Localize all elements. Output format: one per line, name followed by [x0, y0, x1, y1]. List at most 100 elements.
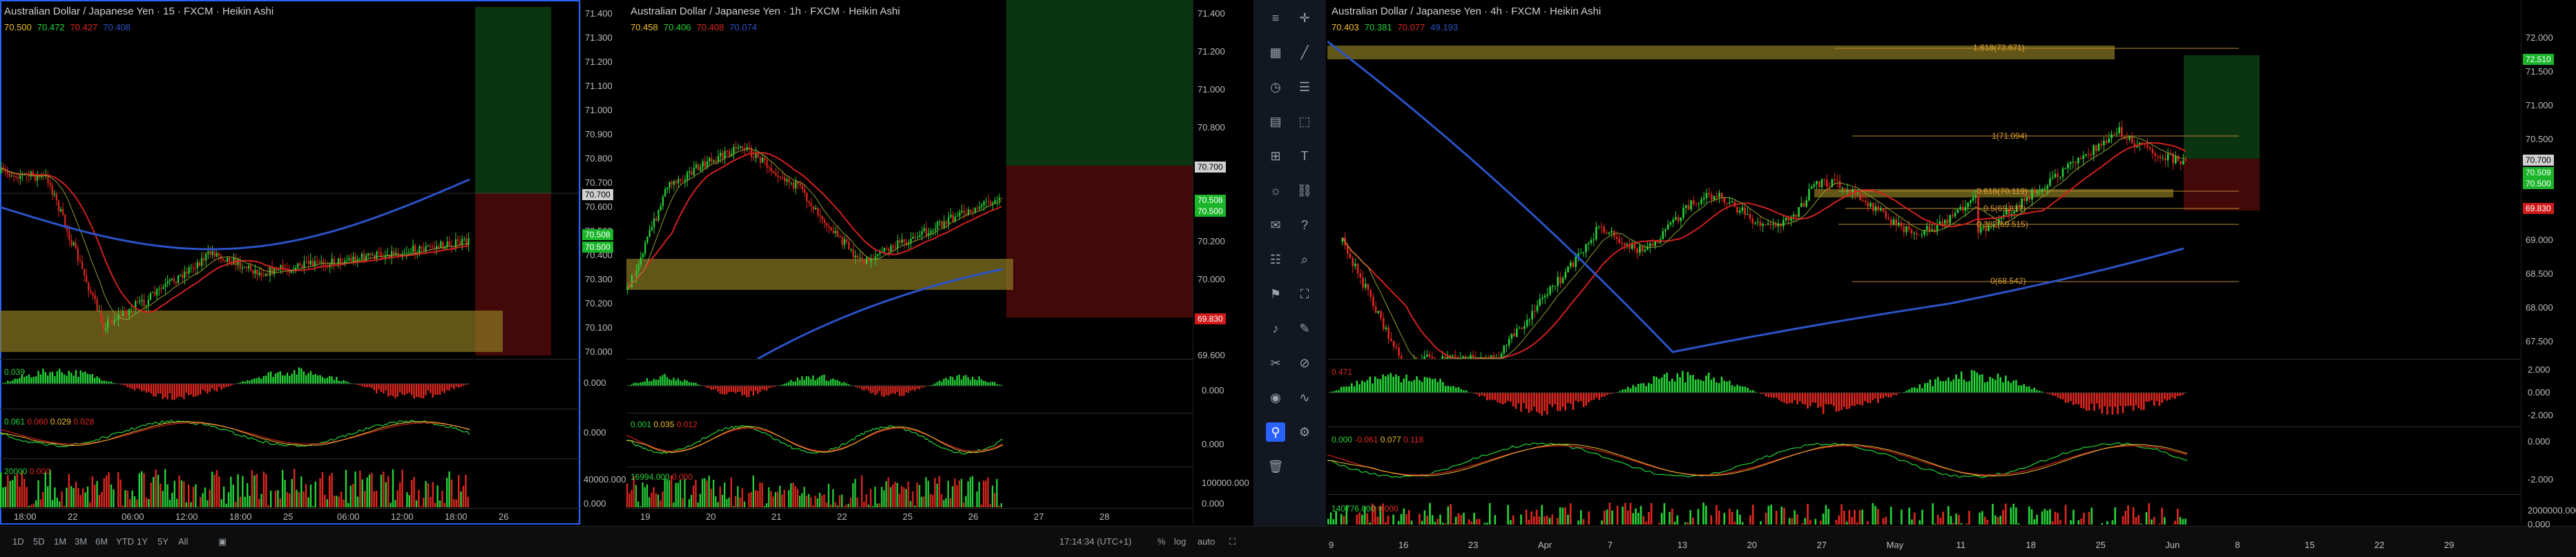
range-button-1y[interactable]: 1Y: [137, 536, 148, 547]
macd-histogram-15m[interactable]: [0, 360, 580, 408]
price-axis-15m[interactable]: 71.40071.30071.20071.10071.00070.90070.8…: [580, 0, 626, 525]
volume-1h[interactable]: [626, 467, 1193, 507]
crosshair-icon[interactable]: ✛: [1295, 8, 1314, 28]
date-range-icon[interactable]: ▣: [218, 536, 227, 547]
candle-body: [894, 247, 896, 248]
volume-bar: [766, 503, 767, 507]
candle-body: [2113, 134, 2115, 135]
macd-bar: [268, 372, 269, 384]
candle-body: [122, 311, 124, 316]
macd-bar: [446, 384, 448, 390]
volume-15m[interactable]: [0, 459, 580, 507]
range-button-6m[interactable]: 6M: [95, 536, 108, 547]
candle-body: [875, 256, 876, 259]
volume-bar: [669, 480, 670, 507]
volume-bar: [996, 479, 997, 507]
help-icon[interactable]: ?: [1295, 215, 1314, 235]
zoom-icon[interactable]: ⌕: [1295, 250, 1314, 269]
chart-pane-15m[interactable]: Australian Dollar / Japanese Yen · 15 · …: [0, 0, 580, 525]
volume-bar: [230, 477, 231, 507]
volume-bar: [277, 490, 278, 507]
macd-bar: [1934, 379, 1936, 393]
macd-bar: [381, 384, 382, 392]
volume-bar: [1486, 522, 1488, 525]
pattern-icon[interactable]: ⛓: [1295, 181, 1314, 200]
macd-bar: [757, 386, 758, 393]
flag-icon[interactable]: ⚑: [1266, 284, 1285, 304]
candle-body: [1905, 226, 1907, 232]
alert-icon[interactable]: ♪: [1266, 319, 1285, 338]
range-button-all[interactable]: All: [178, 536, 188, 547]
menu-icon[interactable]: ≡: [1266, 8, 1285, 28]
range-button-5d[interactable]: 5D: [33, 536, 45, 547]
magnet-icon[interactable]: ⚲: [1266, 422, 1285, 442]
list-icon[interactable]: ☷: [1266, 250, 1285, 269]
macd-bar: [894, 386, 896, 394]
candle-body: [457, 240, 459, 242]
chat-icon[interactable]: ✉: [1266, 215, 1285, 235]
settings-icon[interactable]: ⚙: [1295, 422, 1314, 442]
volume-bar: [2070, 520, 2072, 525]
range-button-3m[interactable]: 3M: [75, 536, 87, 547]
cut-icon[interactable]: ✂: [1266, 353, 1285, 373]
macd-bar: [1846, 393, 1848, 409]
candle-body: [1929, 226, 1931, 231]
percent-toggle[interactable]: %: [1157, 536, 1166, 547]
macd-bar: [2164, 393, 2166, 400]
volume-4h[interactable]: [1327, 495, 2521, 525]
candle-body: [841, 237, 843, 245]
range-button-ytd[interactable]: YTD: [116, 536, 134, 547]
price-chart-15m[interactable]: [0, 0, 580, 359]
rectangle-icon[interactable]: ⬚: [1295, 112, 1314, 131]
macd-bar: [305, 375, 307, 384]
time-axis-1h[interactable]: 1920212225262728: [626, 508, 1193, 525]
price-tick: 68.500: [2526, 268, 2553, 279]
macd-histogram-4h[interactable]: [1327, 360, 2521, 426]
macd-bar: [127, 384, 128, 387]
volume-bar: [2, 487, 3, 507]
time-axis-15m[interactable]: 18:002206:0012:0018:002506:0012:0018:002…: [0, 508, 580, 525]
brush-icon[interactable]: ✎: [1295, 319, 1314, 338]
auto-toggle[interactable]: auto: [1198, 536, 1215, 547]
candle-body: [334, 259, 335, 265]
lock-icon[interactable]: ⊘: [1295, 353, 1314, 373]
trendline-icon[interactable]: ╱: [1295, 43, 1314, 62]
log-toggle[interactable]: log: [1174, 536, 1186, 547]
layout-icon[interactable]: ▤: [1266, 112, 1285, 131]
idea-icon[interactable]: ☼: [1266, 181, 1285, 200]
range-button-5y[interactable]: 5Y: [157, 536, 169, 547]
range-button-1d[interactable]: 1D: [12, 536, 24, 547]
price-chart-1h[interactable]: [626, 0, 1193, 359]
macd-bar: [1843, 393, 1845, 407]
candle-body: [169, 280, 171, 282]
eye-icon[interactable]: ◉: [1266, 388, 1285, 407]
candle-body: [2037, 191, 2039, 193]
volume-bar: [1385, 522, 1387, 525]
price-chart-4h[interactable]: [1327, 0, 2521, 359]
clock-icon[interactable]: ◷: [1266, 77, 1285, 97]
calendar-icon[interactable]: ▦: [1266, 43, 1285, 62]
volume-bar: [932, 495, 933, 507]
candle-body: [2106, 141, 2108, 143]
trash-icon[interactable]: 🗑: [1266, 457, 1285, 476]
oscillator-4h[interactable]: [1327, 427, 2521, 494]
pitchfork-icon[interactable]: ☰: [1295, 77, 1314, 97]
text-icon[interactable]: T: [1295, 146, 1314, 166]
measure-icon[interactable]: ⛶: [1295, 284, 1314, 304]
grid-icon[interactable]: ⊞: [1266, 146, 1285, 166]
range-button-1m[interactable]: 1M: [54, 536, 66, 547]
volume-bar: [1544, 516, 1546, 525]
indicator-icon[interactable]: ∿: [1295, 388, 1314, 407]
candle-body: [1513, 333, 1515, 336]
macd-bar: [1401, 382, 1403, 393]
oscillator-1h[interactable]: [626, 413, 1193, 466]
macd-histogram-1h[interactable]: [626, 360, 1193, 412]
volume-bar: [2102, 523, 2104, 525]
volume-bar: [96, 481, 97, 507]
chart-pane-4h[interactable]: Australian Dollar / Japanese Yen · 4h · …: [1327, 0, 2521, 525]
fullscreen-icon[interactable]: ⛶: [1229, 536, 1236, 547]
macd-bar: [397, 384, 398, 397]
candle-body: [1396, 346, 1398, 347]
chart-pane-1h[interactable]: Australian Dollar / Japanese Yen · 1h · …: [626, 0, 1193, 525]
price-tick: 71.400: [1198, 8, 1225, 19]
